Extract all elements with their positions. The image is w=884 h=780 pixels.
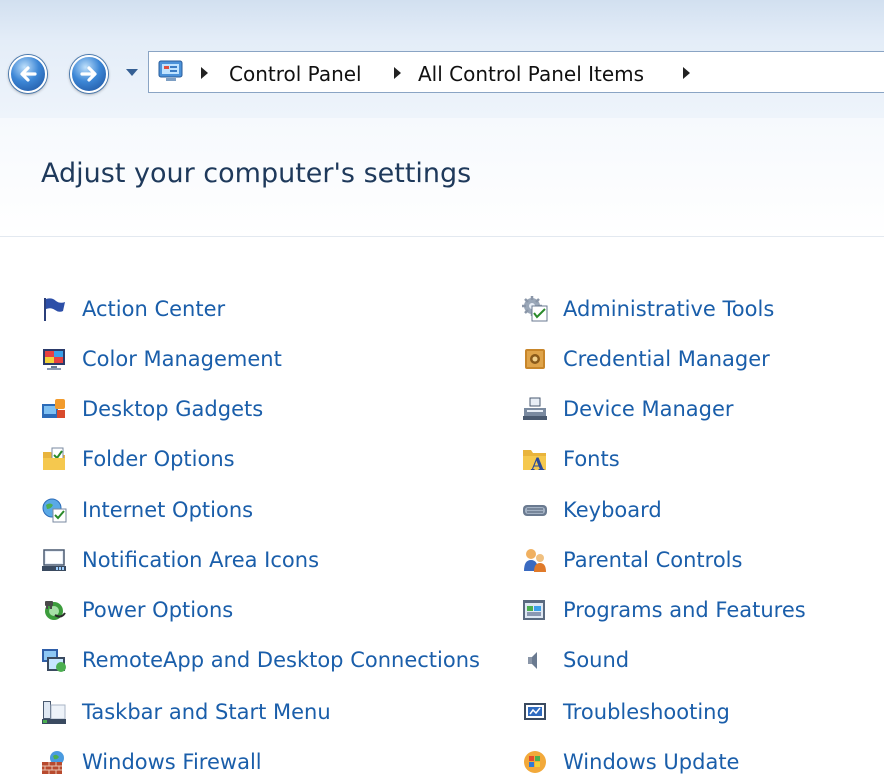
item-label: Internet Options [82,498,254,522]
svg-text:A: A [530,455,545,472]
notification-area-icon [42,549,66,571]
back-arrow-icon [20,66,37,82]
item-color-management[interactable]: Color Management [41,345,341,377]
item-windows-firewall[interactable]: Windows Firewall [41,748,341,780]
dropdown-icon [126,69,138,76]
folder-options-icon [43,447,65,470]
item-label: Notification Area Icons [82,548,320,572]
gadgets-icon [42,399,65,418]
item-administrative-tools[interactable]: Administrative Tools [522,295,822,327]
speaker-icon [528,652,537,669]
taskbar-icon [42,701,66,724]
item-device-manager[interactable]: Device Manager [522,395,822,427]
item-label: Desktop Gadgets [82,397,264,421]
item-label: Programs and Features [563,598,806,622]
page-title: Adjust your computer's settings [41,158,472,189]
item-desktop-gadgets[interactable]: Desktop Gadgets [41,395,341,427]
item-fonts[interactable]: A Fonts [522,445,822,477]
recent-pages-button[interactable] [123,64,141,80]
item-label: Power Options [82,598,234,622]
item-label: Sound [563,648,630,672]
item-label: Taskbar and Start Menu [82,700,331,724]
keyboard-icon [523,505,547,516]
breadcrumb-separator-icon[interactable] [201,67,208,79]
item-credential-manager[interactable]: Credential Manager [522,345,822,377]
item-label: Keyboard [563,498,662,522]
remote-desktop-icon [42,649,66,672]
item-keyboard[interactable]: Keyboard [522,496,822,528]
item-label: Troubleshooting [563,700,730,724]
fonts-icon: A [523,450,546,472]
parental-controls-icon [524,549,546,572]
item-label: Credential Manager [563,347,770,371]
breadcrumb-control-panel[interactable]: Control Panel [229,62,362,86]
item-parental-controls[interactable]: Parental Controls [522,546,822,578]
item-label: Folder Options [82,447,235,471]
globe-icon [42,498,67,523]
power-icon [45,601,66,620]
item-action-center[interactable]: Action Center [41,295,341,327]
navigation-bar: Control Panel All Control Panel Items [0,0,884,118]
back-button[interactable] [9,55,47,93]
item-label: Windows Firewall [82,750,262,774]
firewall-icon [42,751,64,774]
admin-tools-icon [522,296,548,322]
item-label: Windows Update [563,750,740,774]
programs-icon [523,600,545,620]
item-label: Device Manager [563,397,734,421]
item-label: RemoteApp and Desktop Connections [82,648,480,672]
windows-update-icon [524,751,546,773]
vault-icon [525,349,545,369]
item-remoteapp[interactable]: RemoteApp and Desktop Connections [41,646,501,678]
control-panel-icon [158,60,183,81]
monitor-color-icon [43,349,65,370]
item-internet-options[interactable]: Internet Options [41,496,341,528]
forward-arrow-icon [80,66,97,82]
address-bar[interactable]: Control Panel All Control Panel Items [148,51,884,93]
item-folder-options[interactable]: Folder Options [41,445,341,477]
troubleshooting-icon [524,703,546,720]
item-label: Action Center [82,297,226,321]
item-label: Fonts [563,447,620,471]
breadcrumb-all-items[interactable]: All Control Panel Items [418,62,644,86]
flag-icon [44,298,65,321]
item-notification-area-icons[interactable]: Notification Area Icons [41,546,361,578]
item-label: Parental Controls [563,548,743,572]
breadcrumb-separator-icon[interactable] [683,67,690,79]
breadcrumb-separator-icon[interactable] [394,67,401,79]
device-manager-icon [523,397,547,420]
item-power-options[interactable]: Power Options [41,596,341,628]
item-label: Color Management [82,347,282,371]
forward-button[interactable] [70,55,108,93]
item-programs-features[interactable]: Programs and Features [522,596,842,628]
item-taskbar-start-menu[interactable]: Taskbar and Start Menu [41,698,361,730]
item-windows-update[interactable]: Windows Update [522,748,822,780]
item-label: Administrative Tools [563,297,775,321]
item-troubleshooting[interactable]: Troubleshooting [522,698,822,730]
item-sound[interactable]: Sound [522,646,822,678]
